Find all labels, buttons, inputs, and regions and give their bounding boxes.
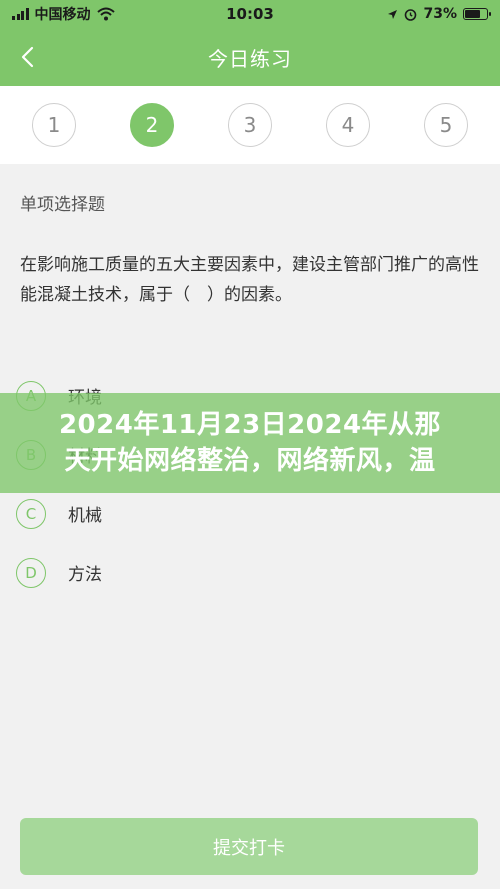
- step-indicator: 1 2 3 4 5: [0, 86, 500, 164]
- watermark-line-1: 2024年11月23日2024年从那: [58, 410, 442, 440]
- status-left: 中国移动: [12, 4, 115, 24]
- chevron-left-icon: [21, 46, 34, 68]
- alarm-icon: [405, 8, 417, 21]
- option-letter: D: [16, 557, 46, 588]
- step-1[interactable]: 1: [32, 103, 76, 147]
- option-letter: C: [16, 498, 46, 529]
- step-2[interactable]: 2: [130, 103, 174, 147]
- step-4[interactable]: 4: [326, 103, 370, 147]
- back-button[interactable]: [12, 42, 42, 72]
- option-label: 方法: [68, 565, 102, 585]
- battery-icon: [463, 8, 491, 20]
- step-5[interactable]: 5: [424, 103, 468, 147]
- wifi-icon: [96, 7, 115, 21]
- status-right: 73%: [387, 6, 491, 22]
- question-text: 在影响施工质量的五大主要因素中，建设主管部门推广的高性能混凝土技术，属于（ ）的…: [20, 255, 479, 305]
- battery-percent: 73%: [423, 6, 457, 22]
- carrier-label: 中国移动: [34, 7, 91, 23]
- signal-icon: [12, 8, 29, 20]
- status-bar: 中国移动 10:03 73%: [0, 0, 500, 28]
- page-title: 今日练习: [208, 46, 292, 71]
- submit-checkin-button[interactable]: 提交打卡: [20, 818, 478, 875]
- location-arrow-icon: [388, 9, 398, 19]
- watermark-banner: 2024年11月23日2024年从那 天开始网络整治，网络新风，温: [0, 393, 500, 493]
- watermark-line-2: 天开始网络整治，网络新风，温: [64, 446, 436, 476]
- step-3[interactable]: 3: [228, 103, 272, 147]
- nav-bar: 今日练习: [0, 28, 500, 86]
- option-label: 机械: [68, 506, 102, 526]
- option-d[interactable]: D 方法: [16, 543, 476, 602]
- question-type: 单项选择题: [20, 195, 105, 215]
